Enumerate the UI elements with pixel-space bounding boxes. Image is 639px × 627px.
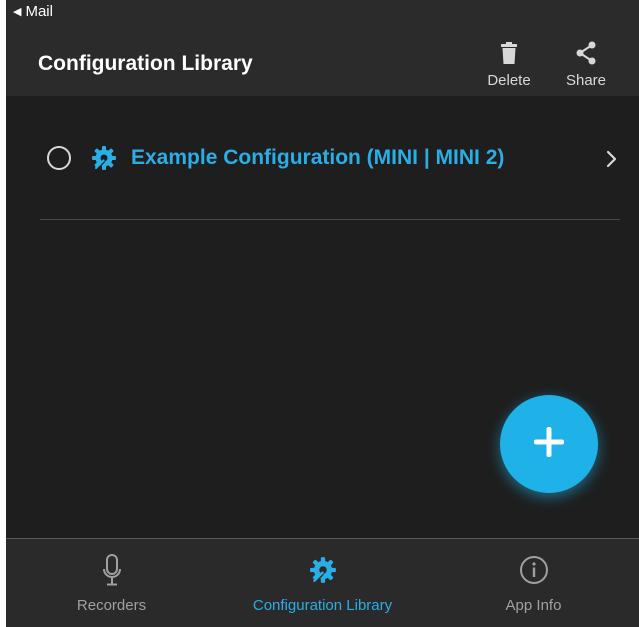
back-triangle-icon: ◀ [13,6,22,18]
app-screen: ◀ Mail Configuration Library Delete Shar… [6,0,639,627]
gear-wrench-icon [309,553,337,587]
config-name: Example Configuration (MINI | MINI 2) [131,146,505,169]
share-icon [575,38,597,68]
info-icon [519,553,549,587]
chevron-right-icon [606,150,618,168]
plus-icon [532,425,566,464]
list-item[interactable]: Example Configuration (MINI | MINI 2) [6,126,639,192]
delete-button[interactable]: Delete [479,38,539,92]
tab-recorders[interactable]: Recorders [6,539,217,627]
trash-icon [500,38,518,68]
delete-label: Delete [487,72,531,89]
tab-label: Recorders [76,597,147,614]
configuration-list: Example Configuration (MINI | MINI 2) [6,96,639,538]
back-label: Mail [25,3,53,20]
back-to-mail-link[interactable]: ◀ Mail [13,3,53,20]
status-bar: ◀ Mail [6,0,639,24]
add-configuration-button[interactable] [500,395,598,493]
page-title: Configuration Library [38,52,253,75]
row-divider [40,219,620,220]
select-radio[interactable] [47,146,71,170]
tab-label: App Info [505,597,562,614]
share-label: Share [565,72,607,89]
nav-header: Configuration Library Delete Share [6,24,639,96]
tab-label: Configuration Library [252,597,393,614]
tab-bar: Recorders Configuration Library App Info [6,538,639,627]
gear-wrench-icon [91,145,117,171]
share-button[interactable]: Share [556,38,616,92]
tab-app-info[interactable]: App Info [428,539,639,627]
tab-configuration-library[interactable]: Configuration Library [217,539,428,627]
microphone-icon [102,553,122,587]
